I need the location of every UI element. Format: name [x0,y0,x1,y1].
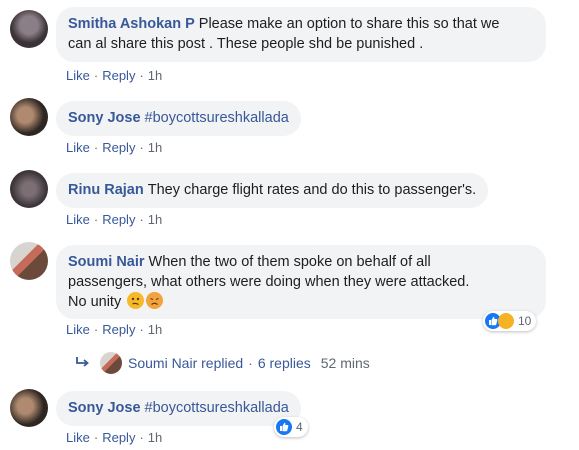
confused-emoji-icon [127,292,145,309]
reply-count[interactable]: 6 replies [258,355,311,371]
hashtag-link[interactable]: #boycottsureshkallada [145,110,289,126]
avatar[interactable] [10,98,48,136]
comment-text: passengers, what others were doing when … [68,274,470,290]
avatar[interactable] [10,389,48,427]
comment-bubble: Sony Jose #boycottsureshkallada [56,101,301,136]
timestamp[interactable]: 1h [148,68,162,83]
reply-link[interactable]: Reply [102,68,135,83]
like-link[interactable]: Like [66,322,90,337]
comment-bubble: Rinu Rajan They charge flight rates and d… [56,173,489,208]
reply-link[interactable]: Reply [102,212,135,227]
comment-actions: Like · Reply · 1h [66,430,163,445]
comment-actions: Like · Reply · 1h [66,322,163,337]
avatar [100,352,122,374]
like-link[interactable]: Like [66,68,90,83]
timestamp[interactable]: 1h [148,140,162,155]
comment-author[interactable]: Rinu Rajan [68,182,144,198]
reply-author[interactable]: Soumi Nair [128,355,197,371]
comment-text: They charge flight rates and do this to … [147,182,477,198]
like-link[interactable]: Like [66,212,90,227]
reply-time: 52 mins [320,355,370,371]
sad-reaction-icon [498,313,514,329]
like-reaction-icon [276,419,292,435]
reply-link[interactable]: Reply [102,322,135,337]
reaction-summary[interactable]: 4 [274,417,308,437]
reaction-count: 10 [518,314,532,328]
avatar[interactable] [10,170,48,208]
comment-actions: Like · Reply · 1h [66,68,163,83]
like-link[interactable]: Like [66,140,90,155]
timestamp[interactable]: 1h [148,212,162,227]
reply-link[interactable]: Reply [102,140,135,155]
comment-author[interactable]: Sony Jose [68,400,141,416]
comment-bubble: Smitha Ashokan P Please make an option to… [56,7,546,62]
timestamp[interactable]: 1h [148,430,162,445]
view-replies-link[interactable]: Soumi Nair replied · 6 replies 52 mins [76,352,370,374]
replied-label[interactable]: replied [201,355,243,371]
reaction-count: 4 [296,420,303,434]
sad-emoji-icon [146,292,164,309]
comment-text: No unity [68,294,122,310]
hashtag-link[interactable]: #boycottsureshkallada [145,400,289,416]
comment-author[interactable]: Smitha Ashokan P [68,16,195,32]
comment-actions: Like · Reply · 1h [66,140,163,155]
reaction-summary[interactable]: 10 [483,311,537,331]
reply-link[interactable]: Reply [102,430,135,445]
comment-bubble: Sony Jose #boycottsureshkallada [56,391,301,426]
comment-author[interactable]: Sony Jose [68,110,141,126]
reply-arrow-icon [76,355,90,371]
timestamp[interactable]: 1h [148,322,162,337]
avatar[interactable] [10,242,48,280]
comment-text: Please make an option to share this so t… [198,16,500,32]
comment-text: When the two of them spoke on behalf of … [148,254,431,270]
avatar[interactable] [10,10,48,48]
like-link[interactable]: Like [66,430,90,445]
comment-author[interactable]: Soumi Nair [68,254,145,270]
comment-bubble: Soumi Nair When the two of them spoke on … [56,245,546,319]
comment-actions: Like · Reply · 1h [66,212,163,227]
comment-text: can al share this post . These people sh… [68,36,424,52]
